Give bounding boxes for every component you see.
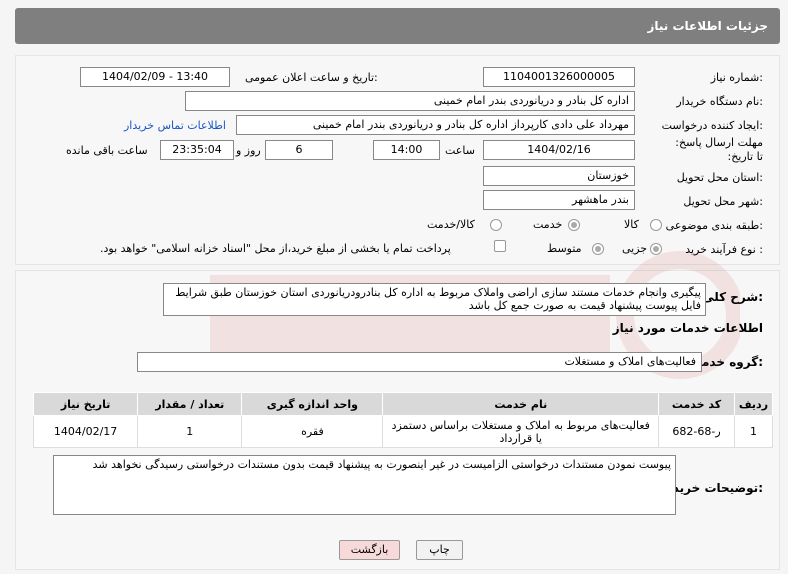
payment-note: پرداخت تمام یا بخشی از مبلغ خرید،از محل …: [100, 242, 451, 255]
services-section-title: اطلاعات خدمات مورد نیاز: [612, 321, 763, 335]
buyer-notes-textarea[interactable]: پیوست نمودن مستندات درخواستی الزامیست در…: [53, 455, 676, 515]
province-field: خوزستان: [483, 166, 635, 186]
announce-field: 1404/02/09 - 13:40: [80, 67, 230, 87]
category-option-service: خدمت: [533, 218, 563, 231]
description-textarea[interactable]: پیگیری وانجام خدمات مستند سازی اراضی وام…: [163, 283, 706, 316]
days-label: روز و: [236, 144, 261, 157]
back-button[interactable]: بازگشت: [339, 540, 400, 560]
days-field: 6: [265, 140, 333, 160]
remaining-time-field: 23:35:04: [160, 140, 234, 160]
col-unit-header: واحد اندازه گیری: [241, 392, 384, 416]
contact-info-link[interactable]: اطلاعات تماس خریدار: [124, 119, 226, 132]
table-header-row: ردیف کد خدمت نام خدمت واحد اندازه گیری ت…: [32, 392, 774, 416]
row-code: ر-68-682: [658, 415, 735, 448]
treasury-checkbox[interactable]: [494, 240, 506, 252]
time-label: ساعت: [445, 144, 475, 157]
table-row: 1 ر-68-682 فعالیت‌های مربوط به املاک و م…: [32, 415, 774, 448]
row-name: فعالیت‌های مربوط به املاک و مستغلات براس…: [382, 415, 660, 448]
creator-field: مهرداد علی دادی کارپرداز اداره کل بنادر …: [236, 115, 635, 135]
page-title: جزئیات اطلاعات نیاز: [647, 19, 768, 33]
category-label: طبقه بندی موضوعی:: [665, 219, 763, 232]
process-radio-minor[interactable]: [650, 243, 662, 255]
city-field: بندر ماهشهر: [483, 190, 635, 210]
col-qty-header: تعداد / مقدار: [137, 392, 243, 416]
remaining-label: ساعت باقی مانده: [66, 144, 148, 157]
deadline-label: مهلت ارسال پاسخ: تا تاریخ:: [675, 136, 763, 163]
row-qty: 1: [137, 415, 243, 448]
city-label: شهر محل تحویل:: [683, 195, 763, 208]
page-header: جزئیات اطلاعات نیاز: [15, 8, 780, 44]
creator-label: ایجاد کننده درخواست:: [661, 119, 763, 132]
need-number-field: 1104001326000005: [483, 67, 635, 87]
category-radio-goods-service[interactable]: [490, 219, 502, 231]
buyer-org-field: اداره کل بنادر و دریانوردی بندر امام خمی…: [185, 91, 635, 111]
col-code-header: کد خدمت: [658, 392, 735, 416]
category-option-goods-service: کالا/خدمت: [427, 218, 475, 231]
deadline-time-field: 14:00: [373, 140, 440, 160]
process-option-medium: متوسط: [547, 242, 582, 255]
row-unit: فقره: [241, 415, 384, 448]
process-label: نوع فرآیند خرید :: [685, 243, 763, 256]
service-group-field: فعالیت‌های املاک و مستغلات: [137, 352, 702, 372]
category-radio-goods[interactable]: [650, 219, 662, 231]
process-option-minor: جزیی: [622, 242, 648, 255]
province-label: استان محل تحویل:: [676, 171, 763, 184]
deadline-date-field: 1404/02/16: [483, 140, 635, 160]
print-button[interactable]: چاپ: [416, 540, 463, 560]
process-radio-medium[interactable]: [592, 243, 604, 255]
announce-label: تاریخ و ساعت اعلان عمومی:: [245, 71, 378, 84]
services-table: ردیف کد خدمت نام خدمت واحد اندازه گیری ت…: [32, 392, 774, 448]
category-radio-service[interactable]: [568, 219, 580, 231]
col-date-header: تاریخ نیاز: [32, 392, 139, 416]
buyer-org-label: نام دستگاه خریدار:: [676, 95, 763, 108]
buyer-notes-label: توضیحات خریدار:: [661, 481, 763, 495]
row-index: 1: [733, 415, 774, 448]
need-number-label: شماره نیاز:: [710, 71, 763, 84]
row-date: 1404/02/17: [32, 415, 139, 448]
category-option-goods: کالا: [624, 218, 639, 231]
col-name-header: نام خدمت: [382, 392, 660, 416]
col-index-header: ردیف: [733, 392, 774, 416]
